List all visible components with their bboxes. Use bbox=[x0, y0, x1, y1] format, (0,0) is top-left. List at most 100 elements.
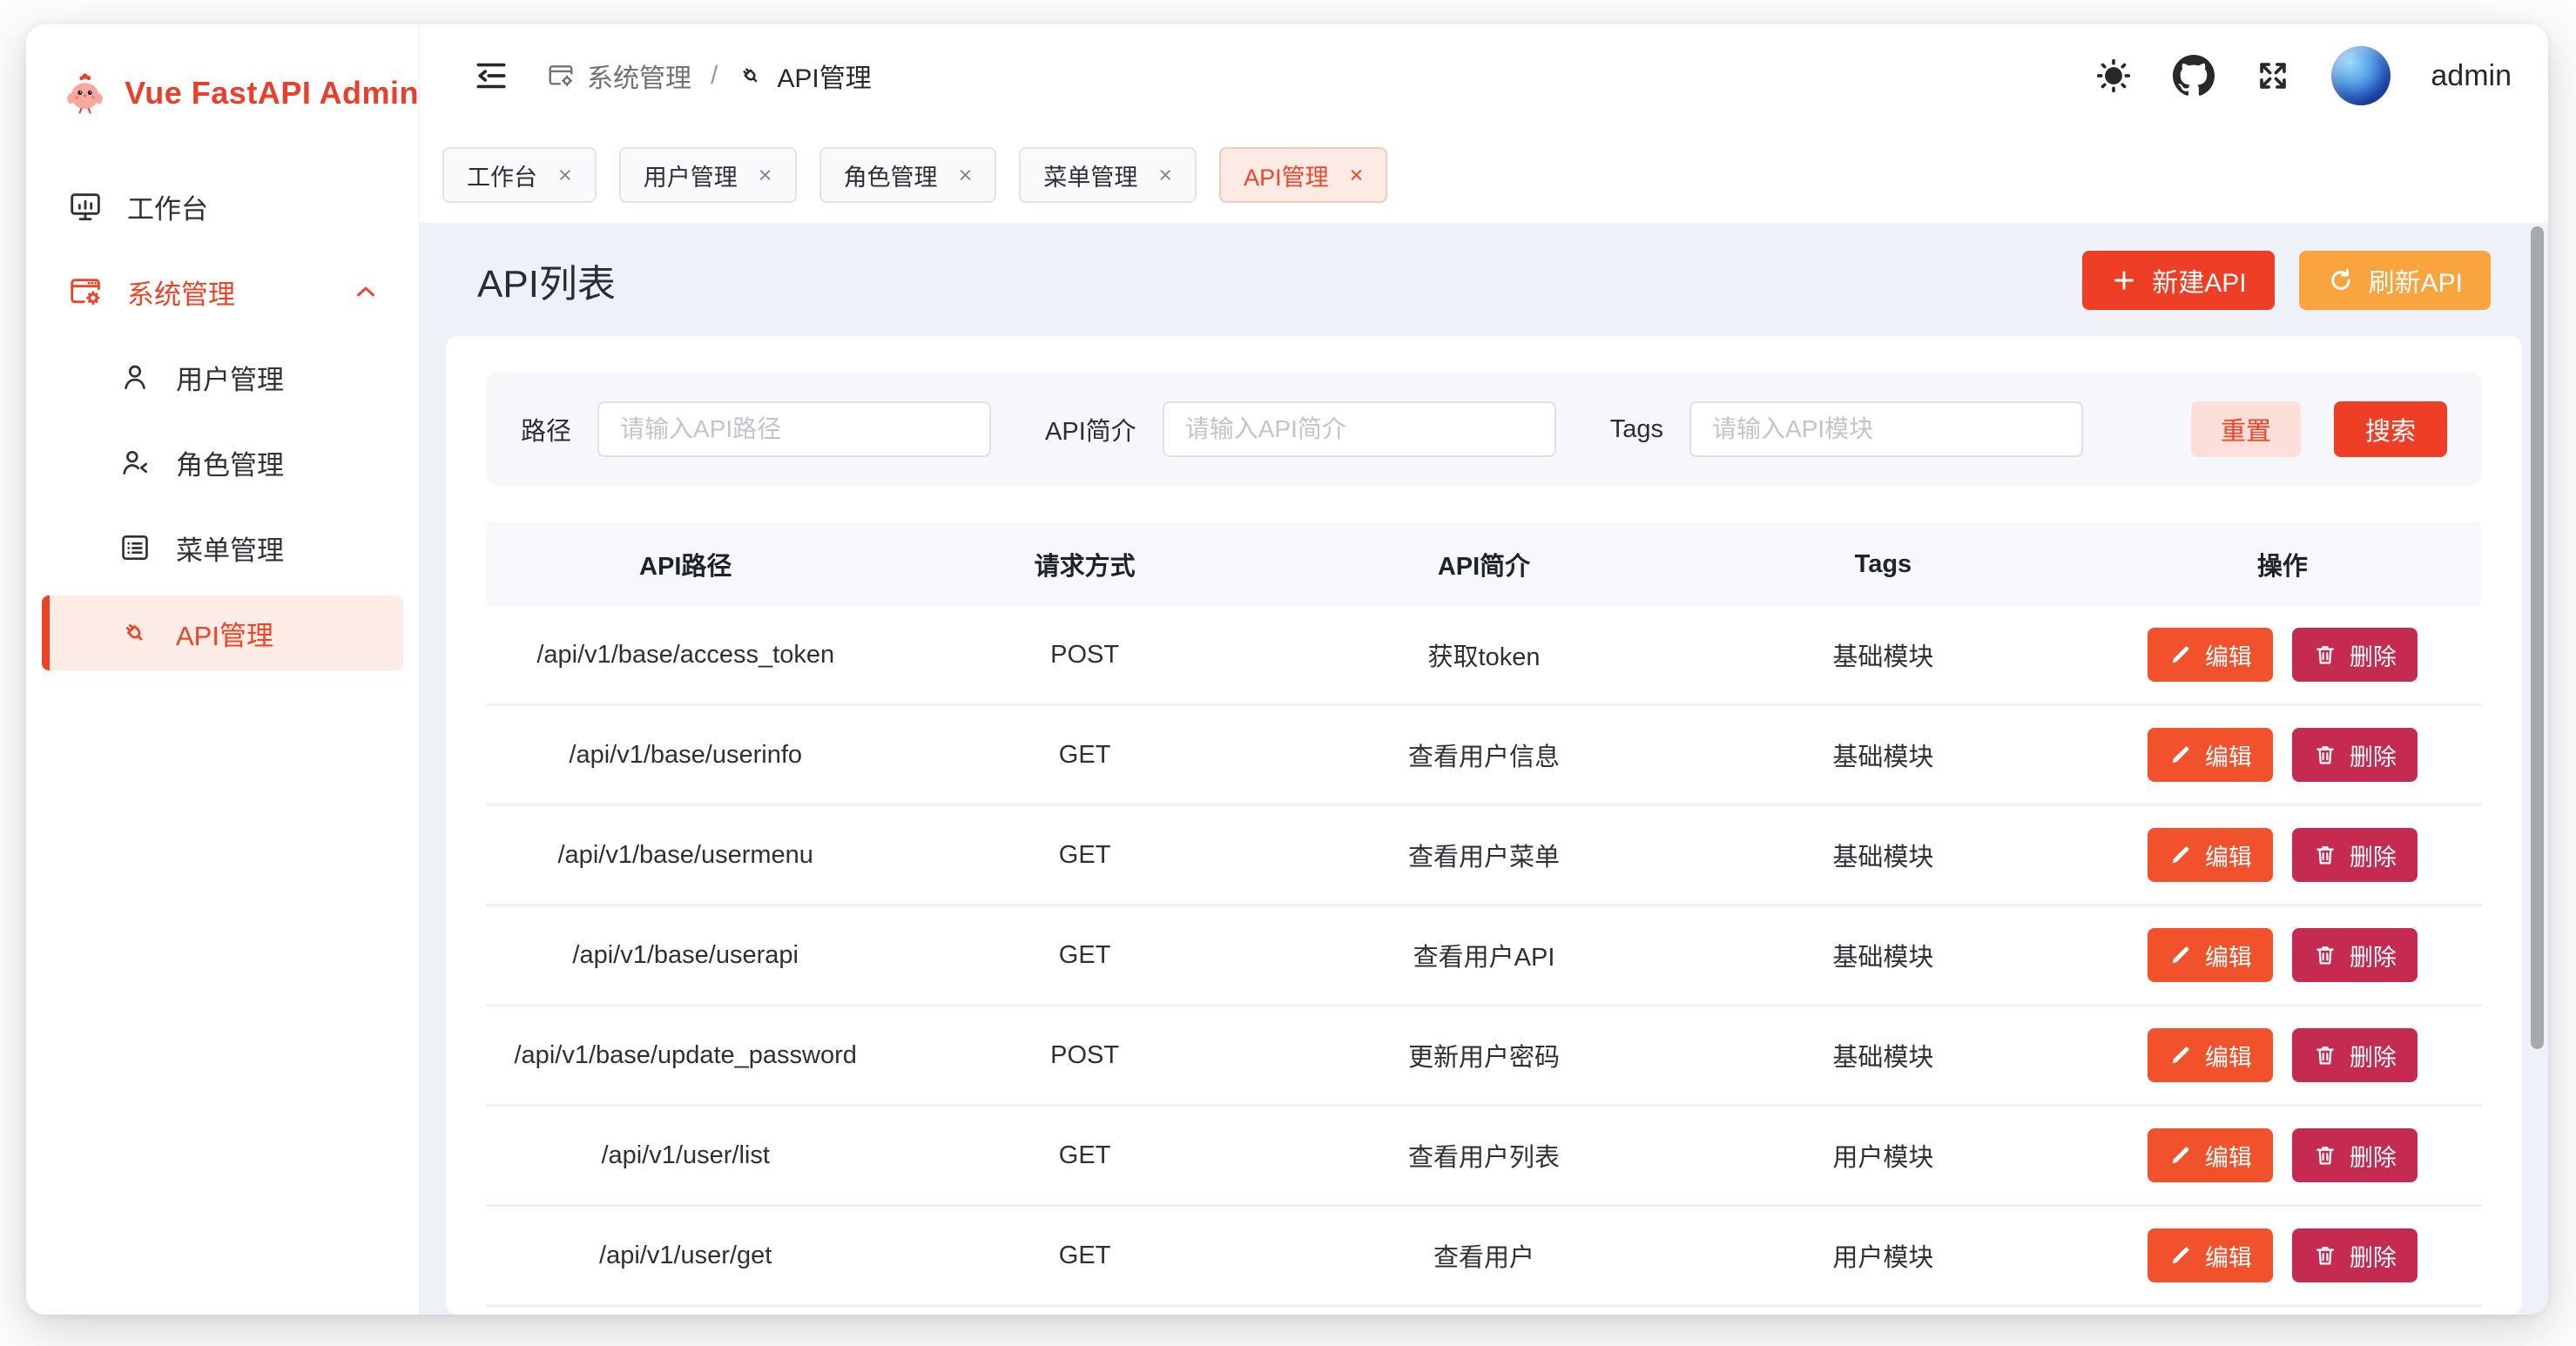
cell-tags: 基础模块 bbox=[1683, 837, 2082, 873]
cell-tags: 基础模块 bbox=[1683, 737, 2082, 773]
app-window: Vue FastAPI Admin 工作台 bbox=[26, 24, 2548, 1315]
tags-filter-input[interactable] bbox=[1689, 401, 2083, 457]
new-api-button[interactable]: 新建API bbox=[2082, 251, 2274, 310]
delete-label: 删除 bbox=[2350, 738, 2397, 772]
tab-api[interactable]: API管理 × bbox=[1219, 147, 1387, 203]
tab-close-icon[interactable]: × bbox=[1350, 164, 1364, 187]
cell-method: GET bbox=[885, 841, 1284, 870]
brand[interactable]: Vue FastAPI Admin bbox=[26, 24, 419, 153]
edit-button[interactable]: 编辑 bbox=[2148, 1228, 2273, 1282]
username[interactable]: admin bbox=[2431, 59, 2512, 93]
user-avatar[interactable] bbox=[2331, 46, 2391, 105]
trash-icon bbox=[2313, 643, 2337, 667]
filter-bar: 路径 API简介 Tags 重置 搜索 bbox=[486, 373, 2482, 486]
delete-button[interactable]: 删除 bbox=[2292, 928, 2418, 982]
main-area: 系统管理 / API管理 bbox=[420, 24, 2548, 1315]
tab-label: 角色管理 bbox=[844, 158, 938, 192]
delete-button[interactable]: 删除 bbox=[2292, 1028, 2418, 1082]
edit-button[interactable]: 编辑 bbox=[2148, 628, 2273, 682]
edit-label: 编辑 bbox=[2205, 738, 2252, 772]
reset-button[interactable]: 重置 bbox=[2191, 401, 2301, 457]
trash-icon bbox=[2313, 943, 2337, 967]
edit-button[interactable]: 编辑 bbox=[2148, 1028, 2273, 1082]
edit-button[interactable]: 编辑 bbox=[2148, 828, 2273, 882]
table-row: /api/v1/user/get GET 查看用户 用户模块 编辑 bbox=[486, 1207, 2482, 1307]
column-header-summary: API简介 bbox=[1285, 546, 1683, 582]
edit-label: 编辑 bbox=[2205, 638, 2252, 672]
cell-tags: 用户模块 bbox=[1683, 1237, 2082, 1274]
cell-method: GET bbox=[885, 1141, 1284, 1170]
edit-button[interactable]: 编辑 bbox=[2148, 1128, 2273, 1182]
vertical-scrollbar[interactable] bbox=[2531, 226, 2544, 1049]
delete-button[interactable]: 删除 bbox=[2292, 728, 2418, 782]
tab-menus[interactable]: 菜单管理 × bbox=[1019, 147, 1197, 203]
cell-tags: 用户模块 bbox=[1683, 1137, 2082, 1174]
breadcrumb-item-system[interactable]: 系统管理 bbox=[547, 57, 691, 95]
delete-button[interactable]: 删除 bbox=[2292, 828, 2418, 882]
column-header-method: 请求方式 bbox=[885, 546, 1284, 582]
sidebar-item-roles[interactable]: 角色管理 bbox=[42, 425, 403, 500]
api-table: API路径 请求方式 API简介 Tags 操作 /api/v1/base/ac… bbox=[486, 522, 2482, 1315]
logo-chick-icon bbox=[63, 68, 107, 118]
trash-icon bbox=[2313, 743, 2337, 767]
pencil-icon bbox=[2168, 843, 2193, 867]
sidebar-item-system[interactable]: 系统管理 bbox=[42, 254, 403, 329]
edit-button[interactable]: 编辑 bbox=[2148, 728, 2273, 782]
system-settings-icon bbox=[547, 62, 575, 90]
chevron-up-icon bbox=[351, 277, 381, 306]
table-row: /api/v1/base/access_token POST 获取token 基… bbox=[486, 606, 2482, 706]
cell-method: GET bbox=[885, 941, 1284, 970]
delete-button[interactable]: 删除 bbox=[2292, 1128, 2418, 1182]
sidebar-item-label: 系统管理 bbox=[127, 273, 235, 312]
sidebar-collapse-button[interactable] bbox=[472, 57, 510, 95]
tab-close-icon[interactable]: × bbox=[1158, 164, 1172, 187]
delete-label: 删除 bbox=[2350, 1139, 2397, 1173]
tab-roles[interactable]: 角色管理 × bbox=[819, 147, 997, 203]
new-api-label: 新建API bbox=[2152, 261, 2246, 299]
tab-close-icon[interactable]: × bbox=[759, 164, 772, 187]
brand-title: Vue FastAPI Admin bbox=[125, 75, 419, 111]
api-plug-icon bbox=[737, 62, 765, 90]
refresh-api-label: 刷新API bbox=[2369, 261, 2463, 299]
theme-toggle-button[interactable] bbox=[2094, 57, 2133, 95]
fullscreen-button[interactable] bbox=[2255, 57, 2291, 94]
cell-tags: 基础模块 bbox=[1683, 636, 2082, 673]
breadcrumb-separator: / bbox=[711, 61, 718, 91]
sidebar-item-workbench[interactable]: 工作台 bbox=[42, 169, 403, 244]
sidebar-item-users[interactable]: 用户管理 bbox=[42, 340, 403, 414]
table-row: /api/v1/user/list GET 查看用户列表 用户模块 编辑 bbox=[486, 1107, 2482, 1207]
edit-button[interactable]: 编辑 bbox=[2148, 928, 2273, 982]
pencil-icon bbox=[2168, 1143, 2193, 1168]
plus-icon bbox=[2110, 266, 2138, 294]
summary-filter-input[interactable] bbox=[1163, 401, 1556, 457]
github-link-button[interactable] bbox=[2173, 55, 2215, 97]
monitor-icon bbox=[68, 189, 103, 224]
delete-button[interactable]: 删除 bbox=[2292, 628, 2418, 682]
top-bar: 系统管理 / API管理 bbox=[420, 24, 2548, 127]
summary-filter-label: API简介 bbox=[1045, 411, 1136, 448]
cell-path: /api/v1/base/userinfo bbox=[486, 741, 885, 770]
tags-filter-label: Tags bbox=[1610, 415, 1663, 444]
cell-summary: 更新用户密码 bbox=[1285, 1037, 1683, 1073]
tab-label: API管理 bbox=[1244, 158, 1329, 192]
sun-icon bbox=[2094, 57, 2133, 95]
filter-actions: 重置 搜索 bbox=[2191, 401, 2447, 457]
edit-label: 编辑 bbox=[2205, 1039, 2252, 1073]
refresh-api-button[interactable]: 刷新API bbox=[2299, 251, 2491, 310]
path-filter-input[interactable] bbox=[597, 401, 991, 457]
tab-close-icon[interactable]: × bbox=[959, 164, 973, 187]
cell-method: GET bbox=[885, 741, 1284, 770]
sidebar-item-menus[interactable]: 菜单管理 bbox=[42, 510, 403, 585]
breadcrumb-item-api[interactable]: API管理 bbox=[737, 57, 871, 95]
tab-workbench[interactable]: 工作台 × bbox=[442, 147, 597, 203]
filter-summary: API简介 bbox=[1045, 401, 1556, 457]
cell-summary: 查看用户 bbox=[1285, 1237, 1683, 1274]
search-button[interactable]: 搜索 bbox=[2334, 401, 2447, 457]
delete-button[interactable]: 删除 bbox=[2292, 1228, 2418, 1282]
tab-label: 菜单管理 bbox=[1043, 158, 1137, 192]
sidebar-item-api[interactable]: API管理 bbox=[42, 596, 403, 670]
tab-close-icon[interactable]: × bbox=[558, 164, 572, 187]
trash-icon bbox=[2313, 1243, 2337, 1268]
edit-label: 编辑 bbox=[2205, 1239, 2252, 1273]
tab-users[interactable]: 用户管理 × bbox=[619, 147, 797, 203]
